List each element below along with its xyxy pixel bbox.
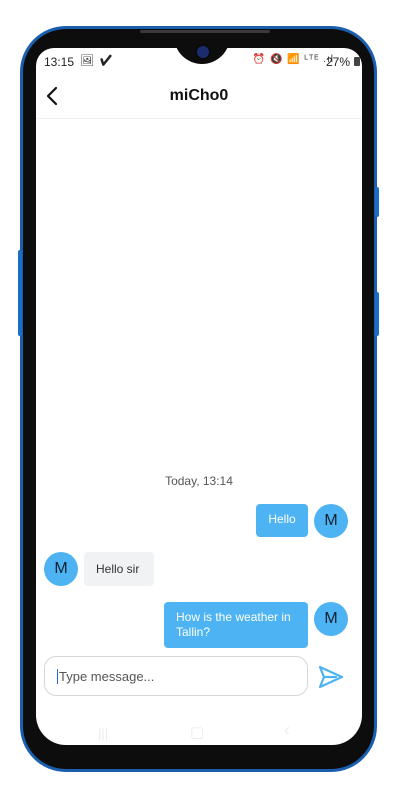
- battery-percent: 27%: [325, 55, 350, 69]
- send-icon[interactable]: [316, 662, 346, 692]
- system-status-icons: ⏰ 🔇 📶 ᴸᵀᴱ .ıl: [252, 54, 334, 65]
- power-button: [375, 187, 379, 217]
- notification-icons: 🖼 ✔: [80, 55, 114, 67]
- earpiece-speaker: [140, 30, 270, 33]
- avatar[interactable]: M: [314, 504, 348, 538]
- status-time: 13:15: [44, 55, 75, 69]
- avatar[interactable]: M: [44, 552, 78, 586]
- volume-button: [18, 250, 22, 336]
- chat-title: miCho0: [169, 87, 229, 104]
- avatar-initial: M: [54, 560, 68, 577]
- header-divider: [36, 118, 362, 119]
- avatar[interactable]: M: [314, 602, 348, 636]
- message-input[interactable]: [57, 667, 307, 685]
- back-button[interactable]: ‹: [284, 720, 290, 741]
- text-caret: [57, 669, 58, 684]
- front-camera: [195, 44, 211, 60]
- screen: 13:15 🖼 ✔ ⏰ 🔇 📶 ᴸᵀᴱ .ıl 27% miCho0 Today…: [36, 48, 362, 745]
- message-bubble-incoming[interactable]: Hello sir: [84, 552, 154, 586]
- message-text: Hello: [268, 512, 296, 526]
- message-bubble-outgoing[interactable]: Hello: [256, 504, 308, 537]
- message-input-container[interactable]: [44, 656, 308, 696]
- battery-icon: [354, 57, 360, 66]
- message-timestamp: Today, 13:14: [165, 474, 233, 488]
- recents-button[interactable]: |||: [98, 726, 108, 741]
- message-bubble-outgoing[interactable]: How is the weather in Tallin?: [164, 602, 308, 648]
- avatar-initial: M: [324, 610, 338, 627]
- bixby-button: [375, 292, 379, 336]
- home-button[interactable]: ▢: [190, 723, 204, 741]
- chat-header: miCho0: [36, 74, 362, 118]
- message-text: Hello sir: [96, 562, 140, 576]
- avatar-initial: M: [324, 512, 338, 529]
- message-text: How is the weather in Tallin?: [176, 610, 291, 639]
- system-nav-bar: ||| ▢ ‹: [36, 718, 362, 745]
